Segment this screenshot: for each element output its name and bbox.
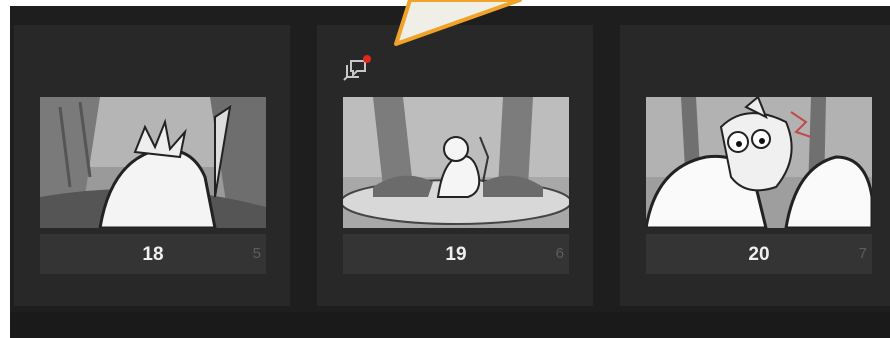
- comment-notification-icon[interactable]: [341, 51, 375, 81]
- shot-count: 6: [555, 245, 564, 262]
- scene-number: 19: [445, 244, 467, 265]
- shot-count: 5: [252, 245, 261, 262]
- scene-label-bar[interactable]: 20 7: [646, 234, 872, 274]
- shot-card-19[interactable]: 19 6: [317, 25, 593, 306]
- shot-thumbnail[interactable]: [646, 97, 872, 228]
- scene-number: 20: [748, 244, 770, 265]
- shot-card-20[interactable]: 20 7: [620, 25, 890, 306]
- bottom-toolbar: [10, 312, 890, 338]
- shot-thumbnail[interactable]: [40, 97, 266, 228]
- shot-thumbnail[interactable]: [343, 97, 569, 228]
- shot-strip: 18 5 19 6 20 7: [10, 6, 890, 312]
- shot-count: 7: [858, 245, 867, 262]
- storyboard-view: 18 5 19 6 20 7: [0, 0, 890, 338]
- scene-label-bar[interactable]: 19 6: [343, 234, 569, 274]
- scene-label-bar[interactable]: 18 5: [40, 234, 266, 274]
- scene-number: 18: [142, 244, 164, 265]
- shot-card-18[interactable]: 18 5: [14, 25, 290, 306]
